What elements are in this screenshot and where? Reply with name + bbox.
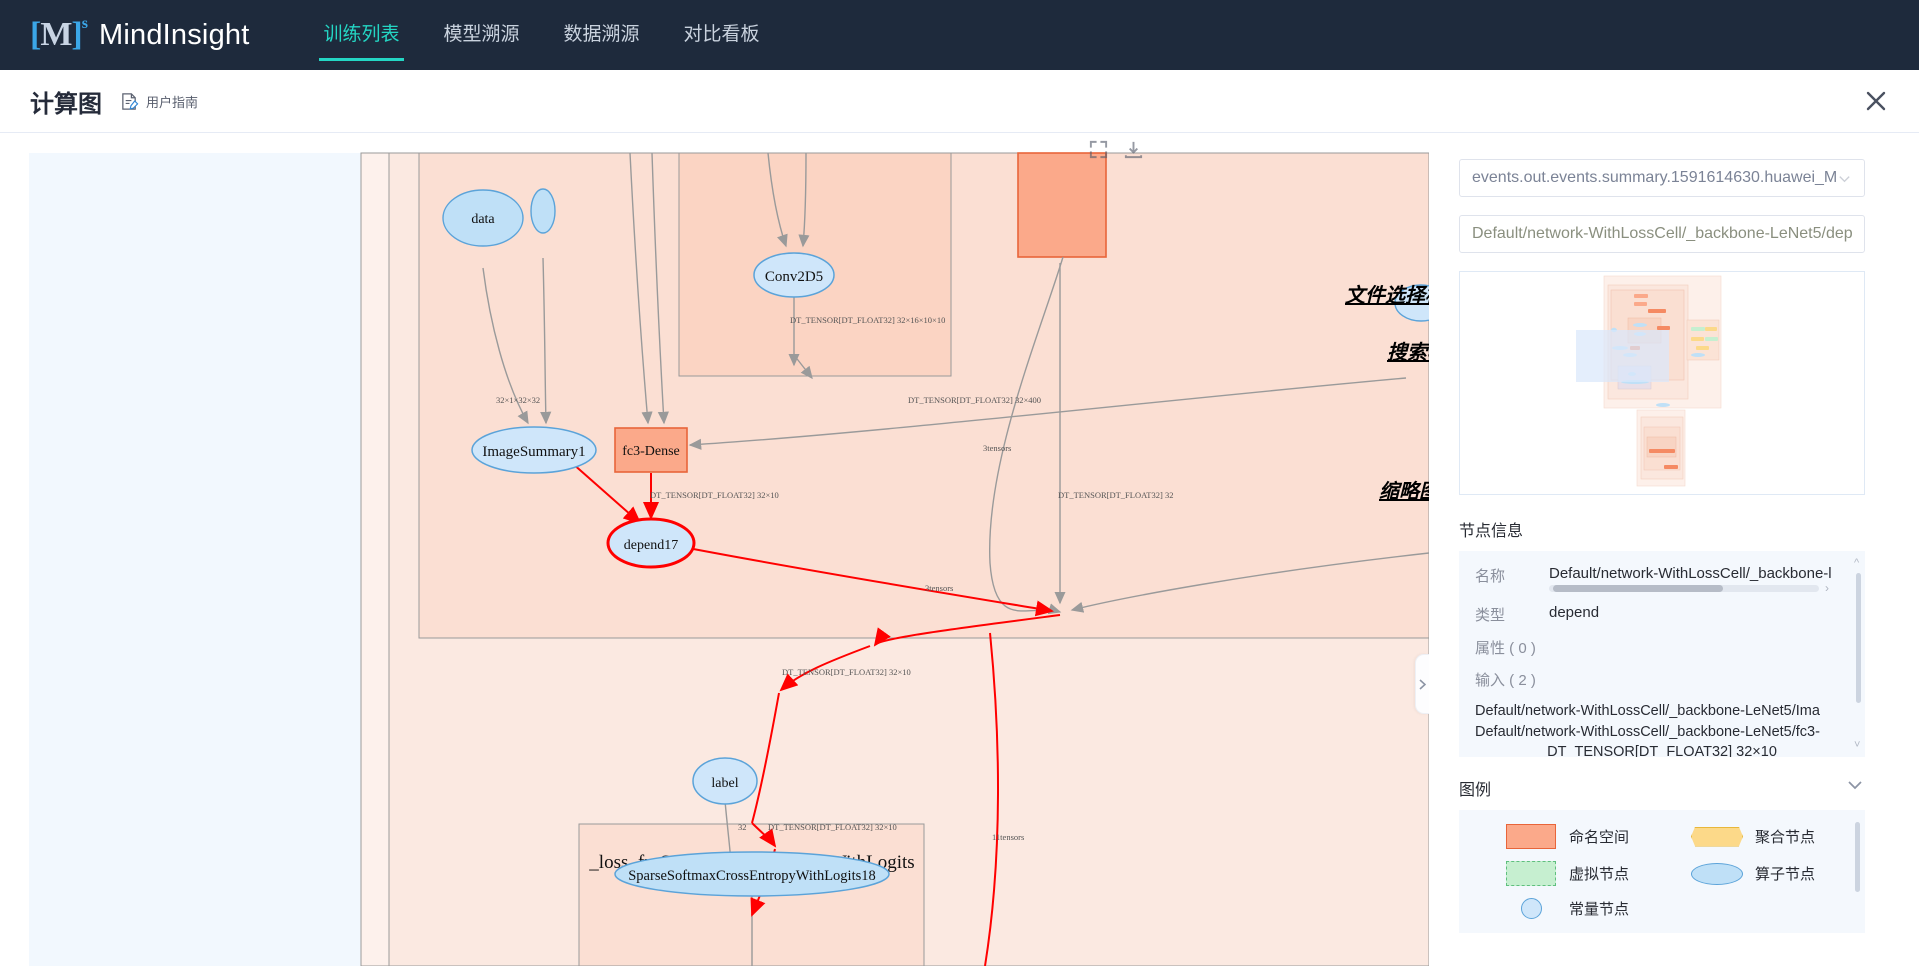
node-info-name-row: 名称 Default/network-WithLossCell/_backbon… [1475,565,1849,592]
legend-label-namespace: 命名空间 [1569,829,1630,846]
node-info-type-row: 类型 depend [1475,604,1849,625]
download-icon[interactable] [1123,139,1144,160]
chevron-down-icon[interactable] [1845,775,1865,800]
scroll-up-icon[interactable]: ^ [1854,557,1859,569]
tab-comparison-dashboard[interactable]: 对比看板 [662,0,782,70]
canvas-toolbar [1088,139,1144,160]
edge-label: DT_TENSOR[DT_FLOAT32] 32×10 [650,490,779,500]
scroll-thumb[interactable] [1553,585,1723,592]
chevron-right-icon [1419,678,1426,690]
chevron-down-icon [1837,171,1852,186]
edge-label: DT_TENSOR[DT_FLOAT32] 32×10 [782,667,911,677]
node-info-input-label: 输入 ( 2 ) [1475,672,1536,689]
namespace-swatch [1493,824,1569,849]
mindinsight-logo[interactable]: [M] s [30,15,88,53]
node-info-name-value: Default/network-WithLossCell/_backbone-l [1549,565,1832,582]
panel-collapse-handle[interactable] [1415,654,1429,714]
edge-label: 3tensors [983,443,1011,453]
thumbnail-viewport [1576,330,1669,382]
user-guide-label: 用户指南 [146,94,199,110]
legend-header[interactable]: 图例 [1459,775,1865,800]
logo-bracket-right: ] [71,16,82,53]
logo-bracket-left: [ [30,16,41,53]
search-input[interactable]: Default/network-WithLossCell/_backbone-L… [1459,215,1865,253]
tab-model-lineage[interactable]: 模型溯源 [422,0,542,70]
node-info-input-0: Default/network-WithLossCell/_backbone-L… [1475,703,1820,719]
file-select-value: events.out.events.summary.1591614630.hua… [1472,169,1837,186]
annotation-search: 搜索框 [1387,342,1429,364]
thumbnail-svg [1576,275,1722,487]
edge-label: 3tensors [925,583,953,593]
search-row: Default/network-WithLossCell/_backbone-L… [1459,215,1889,253]
top-navbar: [M] s MindInsight 训练列表 模型溯源 数据溯源 对比看板 [0,0,1919,70]
node-info-type-key: 类型 [1475,607,1506,624]
graph-svg: _loss_fn-SoftmaxCrossEntropyWithLogits [29,152,1429,966]
annotation-file-select: 文件选择框 [1345,285,1429,307]
svg-text:SparseSoftmaxCrossEntropyWithL: SparseSoftmaxCrossEntropyWithLogits18 [628,868,876,884]
search-input-value: Default/network-WithLossCell/_backbone-L… [1472,225,1853,242]
svg-text:label: label [711,776,738,791]
graph-node-small [530,188,556,234]
document-edit-icon [120,92,139,111]
legend-label-constant: 常量节点 [1569,901,1630,918]
constant-swatch [1493,898,1569,919]
legend-scrollbar[interactable] [1855,822,1860,892]
graph-canvas[interactable]: _loss_fn-SoftmaxCrossEntropyWithLogits [0,133,1429,966]
node-info-name-key: 名称 [1475,568,1506,585]
aggregate-swatch [1679,826,1755,847]
tab-training-list[interactable]: 训练列表 [301,0,421,70]
edge-label: 32×1×32×32 [496,395,540,405]
node-info-name-scrollbar[interactable]: ‹ › [1549,581,1829,592]
scroll-down-icon[interactable]: ˅ [1854,739,1860,751]
page-title: 计算图 [30,90,102,118]
virtual-swatch [1493,861,1569,886]
node-info-card: 名称 Default/network-WithLossCell/_backbon… [1459,551,1865,757]
operator-swatch [1679,862,1755,885]
right-side-panel: events.out.events.summary.1591614630.hua… [1429,133,1919,966]
edge-label: 32 [738,822,747,832]
close-icon[interactable] [1861,86,1891,116]
page-subheader: 计算图 用户指南 [0,70,1919,133]
logo-superscript: s [81,15,88,32]
svg-text:depend17: depend17 [624,538,678,553]
legend-label-operator: 算子节点 [1755,866,1816,883]
logo-letter: M [40,16,72,53]
edge-label: DT_TENSOR[DT_FLOAT32] 32×400 [908,395,1041,405]
legend-label-aggregate: 聚合节点 [1755,829,1816,846]
user-guide-link[interactable]: 用户指南 [120,92,198,111]
scroll-right-icon[interactable]: › [1825,581,1829,592]
svg-text:fc3-Dense: fc3-Dense [622,444,680,459]
legend-grid: 命名空间 聚合节点 虚拟节点 算子节点 常量节点 [1493,824,1865,919]
annotation-thumbnail: 缩略图 [1379,481,1429,503]
svg-text:Conv2D5: Conv2D5 [765,269,823,285]
nav-tabs: 训练列表 模型溯源 数据溯源 对比看板 [301,0,781,70]
tab-data-lineage[interactable]: 数据溯源 [542,0,662,70]
node-info-input-2: DT_TENSOR[DT_FLOAT32] 32×10 [1547,744,1777,757]
file-select-dropdown[interactable]: events.out.events.summary.1591614630.hua… [1459,159,1865,197]
edge-label: 11tensors [992,832,1024,842]
legend-card: 命名空间 聚合节点 虚拟节点 算子节点 常量节点 [1459,810,1865,933]
workspace: _loss_fn-SoftmaxCrossEntropyWithLogits [0,133,1919,966]
legend-label-virtual: 虚拟节点 [1569,866,1630,883]
node-info-scrollbar[interactable]: ^ ˅ [1854,557,1861,751]
edge-label: DT_TENSOR[DT_FLOAT32] 32×16×10×10 [790,315,945,325]
edge-label: DT_TENSOR[DT_FLOAT32] 32×10 [768,822,897,832]
scroll-thumb-vertical[interactable] [1856,573,1861,703]
node-info-attr-label: 属性 ( 0 ) [1475,640,1536,657]
graph-thumbnail[interactable] [1459,271,1865,495]
node-info-input-1: Default/network-WithLossCell/_backbone-L… [1475,723,1820,740]
svg-text:data: data [471,212,495,227]
edge-label: DT_TENSOR[DT_FLOAT32] 32 [1058,490,1173,500]
fullscreen-icon[interactable] [1088,139,1109,160]
node-info-type-value: depend [1549,604,1600,621]
node-info-title: 节点信息 [1459,523,1524,540]
node-info-name-value-wrap: Default/network-WithLossCell/_backbone-l… [1549,565,1849,592]
svg-text:ImageSummary1: ImageSummary1 [482,444,585,460]
file-select-row: events.out.events.summary.1591614630.hua… [1459,159,1889,197]
brand-name: MindInsight [98,18,250,51]
legend-title: 图例 [1459,781,1492,799]
